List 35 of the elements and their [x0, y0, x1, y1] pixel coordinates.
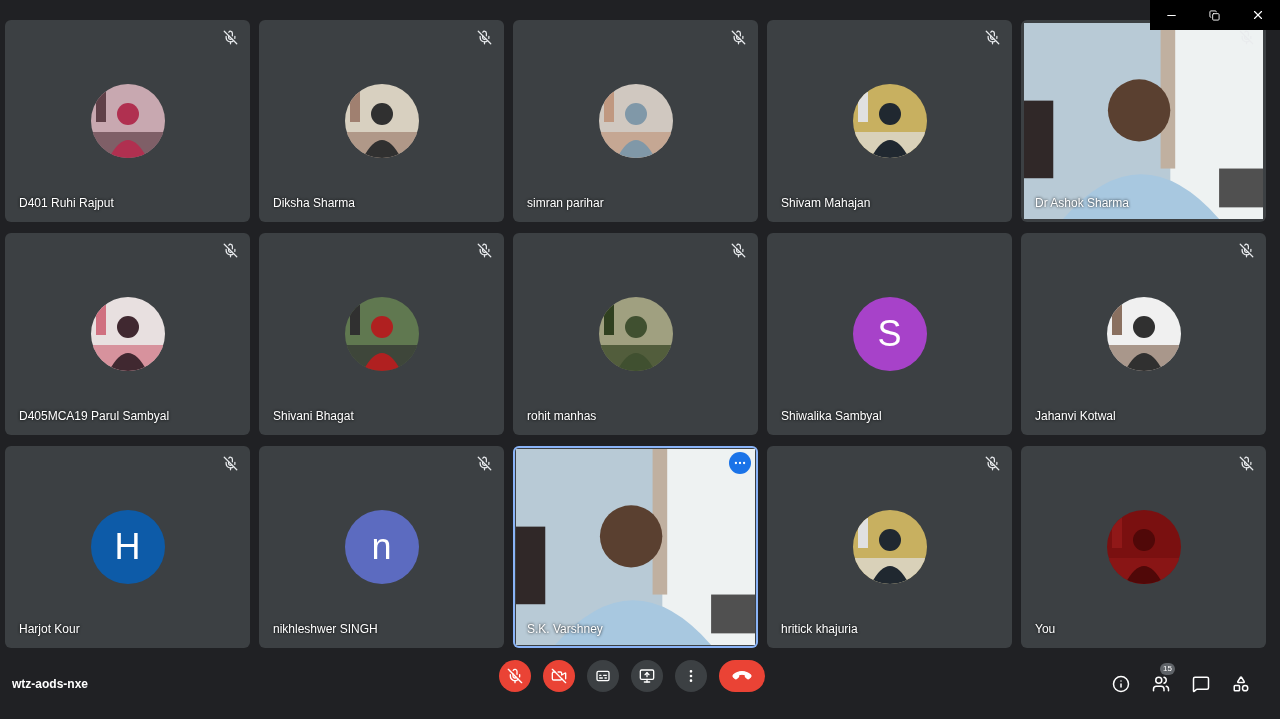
meeting-code: wtz-aods-nxe	[12, 675, 89, 693]
participant-count-badge: 15	[1160, 662, 1175, 675]
participant-name: Jahanvi Kotwal	[1035, 408, 1116, 425]
info-icon[interactable]	[1112, 674, 1130, 693]
present-icon	[639, 668, 655, 684]
chat-icon[interactable]	[1192, 674, 1210, 693]
captions-icon	[595, 668, 611, 684]
participant-name: Diksha Sharma	[273, 195, 356, 212]
participant-name: S.K. Varshney	[527, 621, 603, 638]
avatar: n	[344, 510, 419, 584]
participant-name: D401 Ruhi Rajput	[19, 195, 114, 212]
participant-name: Dr Ashok Sharma	[1035, 195, 1130, 212]
activities-icon[interactable]	[1232, 674, 1250, 693]
leave-call-button[interactable]	[719, 660, 765, 692]
participant-name: Shivam Mahajan	[781, 195, 871, 212]
present-button[interactable]	[631, 660, 663, 692]
participant-name: rohit manhas	[527, 408, 597, 425]
avatar: H	[90, 510, 165, 584]
participant-name: simran parihar	[527, 195, 604, 212]
participant-name: hritick khajuria	[781, 621, 858, 638]
restore-icon[interactable]	[1209, 9, 1220, 21]
participant-name: Shivani Bhagat	[273, 408, 354, 425]
camera-button[interactable]	[543, 660, 575, 692]
avatar: S	[852, 297, 927, 371]
more-options-button[interactable]	[675, 660, 707, 692]
participant-name: Shiwalika Sambyal	[781, 408, 882, 425]
participant-name: You	[1035, 621, 1056, 638]
participant-name: D405MCA19 Parul Sambyal	[19, 408, 170, 425]
microphone-button[interactable]	[499, 660, 531, 692]
mic-off-icon	[507, 668, 523, 684]
participant-name: Harjot Kour	[19, 621, 80, 638]
camera-off-icon	[551, 668, 567, 684]
captions-button[interactable]	[587, 660, 619, 692]
people-icon[interactable]	[1152, 674, 1170, 693]
participant-name: nikhleshwer SINGH	[273, 621, 378, 638]
